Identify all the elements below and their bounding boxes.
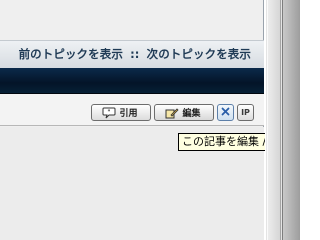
post-action-buttons: " 引用 編集 IP [91,104,254,121]
edit-button[interactable]: 編集 [154,104,214,121]
previous-topic-link[interactable]: 前のトピックを表示 [19,47,123,61]
forum-title-bar [0,68,264,94]
x-mark-icon [221,107,230,118]
delete-button[interactable] [217,104,234,121]
quote-button-label: 引用 [119,109,138,119]
next-topic-link[interactable]: 次のトピックを表示 [147,47,251,61]
speech-bubble-icon: " [102,107,116,119]
svg-text:": " [108,108,111,115]
browser-viewport: 前のトピックを表示 :: 次のトピックを表示 " 引用 編集 IP この記事を編… [0,0,300,240]
pencil-paper-icon [165,107,180,119]
quote-button[interactable]: " 引用 [91,104,151,121]
window-edge [282,0,300,240]
topic-navigation: 前のトピックを表示 :: 次のトピックを表示 [19,46,251,62]
ip-button[interactable]: IP [237,104,254,121]
edit-button-label: 編集 [182,109,201,119]
vertical-scrollbar[interactable] [265,0,282,240]
topic-nav-separator: :: [130,47,140,61]
forum-panel: 前のトピックを表示 :: 次のトピックを表示 " 引用 編集 IP [0,0,264,240]
scrollbar-thumb[interactable] [267,0,281,240]
ip-button-label: IP [241,108,250,117]
